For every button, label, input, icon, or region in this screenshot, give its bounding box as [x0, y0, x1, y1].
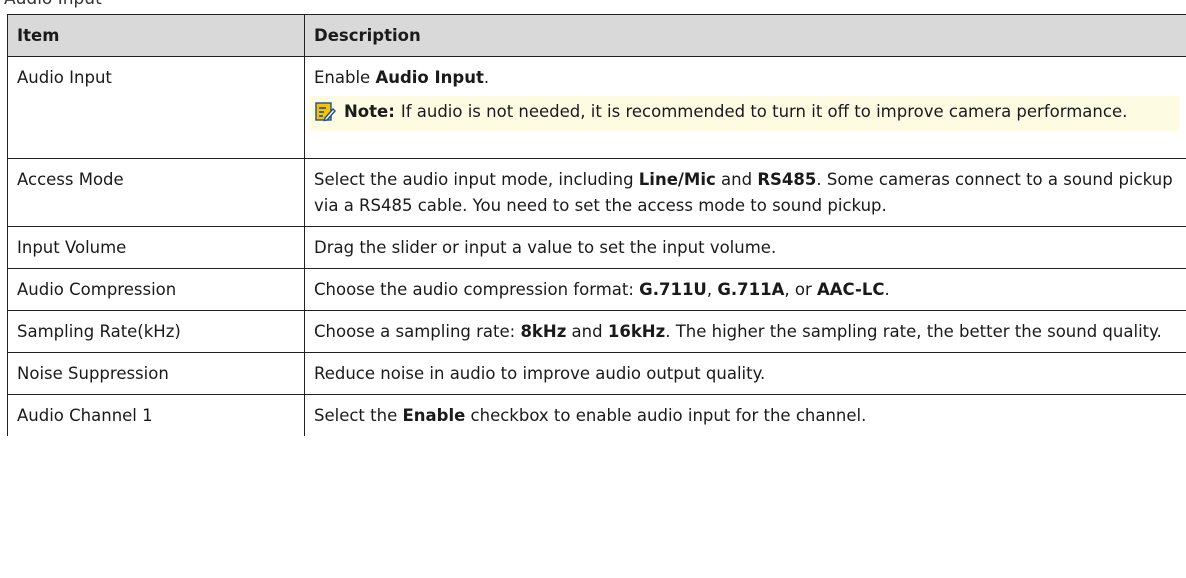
- text-run: Enable: [314, 68, 376, 87]
- item-cell: Audio Input: [7, 56, 305, 159]
- cropped-previous-text: Audio Input: [0, 0, 140, 14]
- text-run: , or: [784, 280, 817, 299]
- text-run: .: [884, 280, 890, 299]
- description-cell: Enable Audio Input. Note: If audio is not…: [304, 56, 1186, 159]
- bold-term: 8kHz: [520, 322, 567, 341]
- bold-term: 16kHz: [607, 322, 666, 341]
- text-run: Reduce noise in audio to improve audio o…: [314, 364, 766, 383]
- item-cell: Audio Compression: [7, 268, 305, 311]
- column-header-description: Description: [304, 14, 1186, 57]
- text-run: Select the audio input mode, including: [314, 170, 639, 189]
- column-header-item: Item: [7, 14, 305, 57]
- bold-term: G.711A: [717, 280, 785, 299]
- item-cell: Access Mode: [7, 158, 305, 227]
- description-cell: Select the Enable checkbox to enable aud…: [304, 394, 1186, 436]
- text-run: Select the: [314, 406, 403, 425]
- text-run: Drag the slider or input a value to set …: [314, 238, 777, 257]
- description-text: Enable Audio Input.: [314, 65, 1175, 91]
- note-body: Note: If audio is not needed, it is recom…: [344, 99, 1171, 125]
- bold-term: Line/Mic: [638, 170, 716, 189]
- item-cell: Audio Channel 1: [7, 394, 305, 436]
- item-cell: Sampling Rate(kHz): [7, 310, 305, 353]
- description-cell: Select the audio input mode, including L…: [304, 158, 1186, 227]
- note-pencil-icon: [314, 101, 336, 123]
- text-run: and: [566, 322, 608, 341]
- bold-term: Audio Input: [375, 68, 484, 87]
- table-row: Audio Input Enable Audio Input. Note: If…: [7, 56, 1186, 159]
- description-cell: Choose a sampling rate: 8kHz and 16kHz. …: [304, 310, 1186, 353]
- note-label: Note:: [344, 102, 395, 121]
- note-callout: Note: If audio is not needed, it is recom…: [310, 96, 1179, 131]
- table-row: Audio Channel 1 Select the Enable checkb…: [7, 394, 1186, 436]
- table-row: Input Volume Drag the slider or input a …: [7, 226, 1186, 269]
- text-run: Choose the audio compression format:: [314, 280, 640, 299]
- table-row: Access Mode Select the audio input mode,…: [7, 158, 1186, 227]
- table-row: Sampling Rate(kHz) Choose a sampling rat…: [7, 310, 1186, 353]
- bold-term: AAC-LC: [816, 280, 885, 299]
- text-run: and: [715, 170, 758, 189]
- text-run: checkbox to enable audio input for the c…: [465, 406, 867, 425]
- item-cell: Noise Suppression: [7, 352, 305, 395]
- cropped-text-fragment: Audio Input: [4, 0, 102, 9]
- bold-term: Enable: [402, 406, 466, 425]
- text-run: .: [483, 68, 490, 87]
- text-run: . The higher the sampling rate, the bett…: [665, 322, 1162, 341]
- text-run: Choose a sampling rate:: [314, 322, 521, 341]
- description-cell: Choose the audio compression format: G.7…: [304, 268, 1186, 311]
- item-cell: Input Volume: [7, 226, 305, 269]
- bold-term: RS485: [757, 170, 817, 189]
- table-header-row: Item Description: [7, 14, 1186, 57]
- description-cell: Drag the slider or input a value to set …: [304, 226, 1186, 269]
- bold-term: G.711U: [639, 280, 707, 299]
- text-run: ,: [706, 280, 718, 299]
- table-row: Audio Compression Choose the audio compr…: [7, 268, 1186, 311]
- table-row: Noise Suppression Reduce noise in audio …: [7, 352, 1186, 395]
- audio-parameters-table: Item Description Audio Input Enable Audi…: [7, 14, 1186, 436]
- note-text: If audio is not needed, it is recommende…: [400, 102, 1128, 121]
- description-cell: Reduce noise in audio to improve audio o…: [304, 352, 1186, 395]
